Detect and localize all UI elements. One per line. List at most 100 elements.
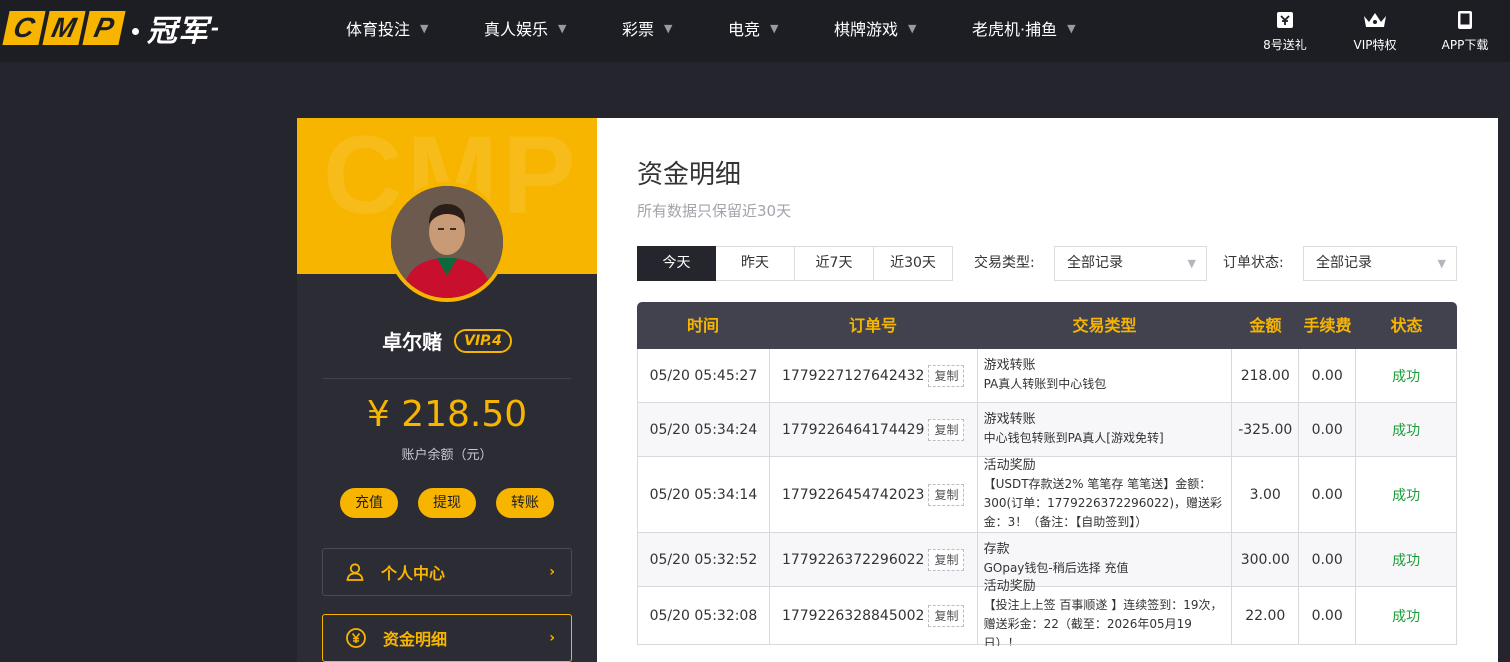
cell-order: 1779226464174429 复制	[770, 403, 978, 456]
cell-order: 1779226328845002 复制	[770, 587, 978, 644]
app-download-link[interactable]: APP下载	[1420, 0, 1510, 56]
chevron-down-icon: ▼	[1187, 257, 1196, 270]
menu-personal-center-label: 个人中心	[381, 564, 446, 583]
tab-today[interactable]: 今天	[637, 246, 716, 281]
col-status: 状态	[1390, 316, 1423, 335]
nav-lottery[interactable]: 彩票 ▼	[622, 0, 728, 56]
copy-button[interactable]: 复制	[928, 548, 965, 571]
nav-slots-fishing[interactable]: 老虎机·捕鱼 ▼	[972, 0, 1122, 56]
cell-time: 05/20 05:34:14	[638, 457, 770, 532]
col-time: 时间	[686, 316, 719, 335]
nav-esports[interactable]: 电竞 ▼	[728, 0, 834, 56]
nav-lottery-label: 彩票	[622, 20, 655, 39]
order-number: 1779226454742023	[781, 486, 925, 503]
cell-fee: 0.00	[1299, 457, 1357, 532]
table-row: 05/20 05:34:24 1779226464174429 复制 游戏转账 …	[637, 403, 1457, 457]
transfer-button[interactable]: 转账	[496, 488, 554, 518]
transaction-type-select[interactable]: 全部记录 ▼	[1054, 246, 1207, 281]
transaction-description: 【投注上上签 百事顺遂 】连续签到：19次，赠送彩金：22（截至：2026年05…	[983, 598, 1223, 646]
table-row: 05/20 05:32:08 1779226328845002 复制 活动奖励 …	[637, 579, 1457, 646]
account-balance: ¥ 218.50	[366, 394, 528, 435]
phone-icon	[1458, 11, 1472, 29]
brand-logo[interactable]: C M P 冠军 -	[2, 10, 220, 49]
tab-yesterday[interactable]: 昨天	[716, 246, 795, 281]
order-number: 1779226464174429	[781, 421, 925, 438]
transaction-description: GOpay钱包-稍后选择 充值	[983, 561, 1129, 575]
transaction-type: 活动奖励	[983, 458, 1036, 473]
withdraw-button[interactable]: 提现	[418, 488, 476, 518]
copy-button[interactable]: 复制	[928, 364, 965, 387]
logo-letter-c: C	[2, 11, 46, 45]
transactions-table: 时间 订单号 交易类型 金额 手续费 状态 05/20 05:45:27 177…	[637, 302, 1457, 646]
vip-link[interactable]: VIP特权	[1330, 0, 1420, 56]
order-number: 1779226328845002	[781, 607, 925, 624]
nav-board-games[interactable]: 棋牌游戏 ▼	[834, 0, 972, 56]
chevron-down-icon: ▼	[770, 21, 779, 35]
page-subtitle: 所有数据只保留近30天	[637, 202, 792, 220]
chevron-down-icon: ▼	[664, 21, 673, 35]
nav-sports-label: 体育投注	[346, 20, 411, 39]
gift-icon	[1277, 12, 1293, 28]
logo-tail: -	[211, 16, 220, 40]
copy-button[interactable]: 复制	[928, 418, 965, 441]
chevron-down-icon: ▼	[420, 21, 429, 35]
transaction-description: PA真人转账到中心钱包	[983, 377, 1107, 391]
app-download-label: APP下载	[1441, 38, 1489, 52]
transaction-type: 游戏转账	[983, 358, 1036, 373]
cell-order: 1779227127642432 复制	[770, 349, 978, 402]
crown-icon	[1364, 13, 1386, 27]
user-identity: 卓尔赌 VIP.4	[297, 326, 597, 355]
menu-funds-detail[interactable]: 资金明细 ›	[322, 614, 572, 662]
tab-last-30-days[interactable]: 近30天	[874, 246, 953, 281]
cell-status: 成功	[1356, 457, 1457, 532]
nav-esports-label: 电竞	[728, 20, 761, 39]
copy-button[interactable]: 复制	[928, 483, 965, 506]
chevron-down-icon: ▼	[1067, 21, 1076, 35]
avatar[interactable]	[387, 182, 507, 302]
cell-type: 活动奖励 【投注上上签 百事顺遂 】连续签到：19次，赠送彩金：22（截至：20…	[978, 579, 1233, 646]
menu-funds-detail-label: 资金明细	[383, 630, 448, 649]
copy-button[interactable]: 复制	[928, 604, 965, 627]
cell-fee: 0.00	[1299, 349, 1357, 402]
chevron-down-icon: ▼	[558, 21, 567, 35]
yen-coin-icon	[346, 628, 366, 648]
tab-last-7-days[interactable]: 近7天	[795, 246, 874, 281]
divider	[323, 378, 571, 379]
nav-live-casino[interactable]: 真人娱乐 ▼	[484, 0, 622, 56]
vip-level-badge: VIP.4	[454, 328, 512, 353]
cell-fee: 0.00	[1299, 403, 1357, 456]
cell-amount: 300.00	[1232, 533, 1300, 586]
table-row: 05/20 05:45:27 1779227127642432 复制 游戏转账 …	[637, 349, 1457, 403]
logo-dot	[132, 27, 139, 35]
order-status-select[interactable]: 全部记录 ▼	[1303, 246, 1457, 281]
chevron-down-icon: ▼	[908, 21, 917, 35]
transaction-type: 存款	[983, 542, 1010, 557]
cell-time: 05/20 05:32:52	[638, 533, 770, 586]
main-nav: 体育投注 ▼ 真人娱乐 ▼ 彩票 ▼ 电竞 ▼ 棋牌游戏 ▼ 老虎机·捕鱼 ▼	[346, 0, 1122, 56]
col-order: 订单号	[848, 316, 897, 335]
col-fee: 手续费	[1303, 316, 1352, 335]
menu-personal-center[interactable]: 个人中心 ›	[322, 548, 572, 596]
order-number: 1779227127642432	[781, 367, 925, 384]
deposit-button[interactable]: 充值	[340, 488, 398, 518]
cell-status: 成功	[1356, 349, 1457, 402]
cell-time: 05/20 05:34:24	[638, 403, 770, 456]
cell-type: 游戏转账 PA真人转账到中心钱包	[978, 349, 1233, 402]
chevron-right-icon: ›	[549, 564, 555, 580]
logo-letter-p: P	[82, 11, 126, 45]
nav-sports[interactable]: 体育投注 ▼	[346, 0, 484, 56]
col-amount: 金额	[1249, 316, 1282, 335]
cell-amount: -325.00	[1232, 403, 1300, 456]
chevron-right-icon: ›	[549, 630, 555, 646]
cell-order: 1779226454742023 复制	[770, 457, 978, 532]
transaction-type-value: 全部记录	[1067, 255, 1123, 271]
cell-order: 1779226372296022 复制	[770, 533, 978, 586]
username: 卓尔赌	[382, 330, 443, 354]
order-status-value: 全部记录	[1316, 255, 1372, 271]
balance-label: 账户余额（元）	[401, 448, 493, 463]
profile-panel: CMP 卓尔赌 VIP.4 ¥ 218.50 账户余额（元） 充值 提现 转账	[297, 118, 597, 662]
gift-link[interactable]: 8号送礼	[1240, 0, 1330, 56]
cell-type: 活动奖励 【USDT存款送2% 笔笔存 笔笔送】金额：300(订单：177922…	[978, 457, 1233, 532]
transaction-type: 活动奖励	[983, 579, 1036, 594]
cell-status: 成功	[1356, 403, 1457, 456]
